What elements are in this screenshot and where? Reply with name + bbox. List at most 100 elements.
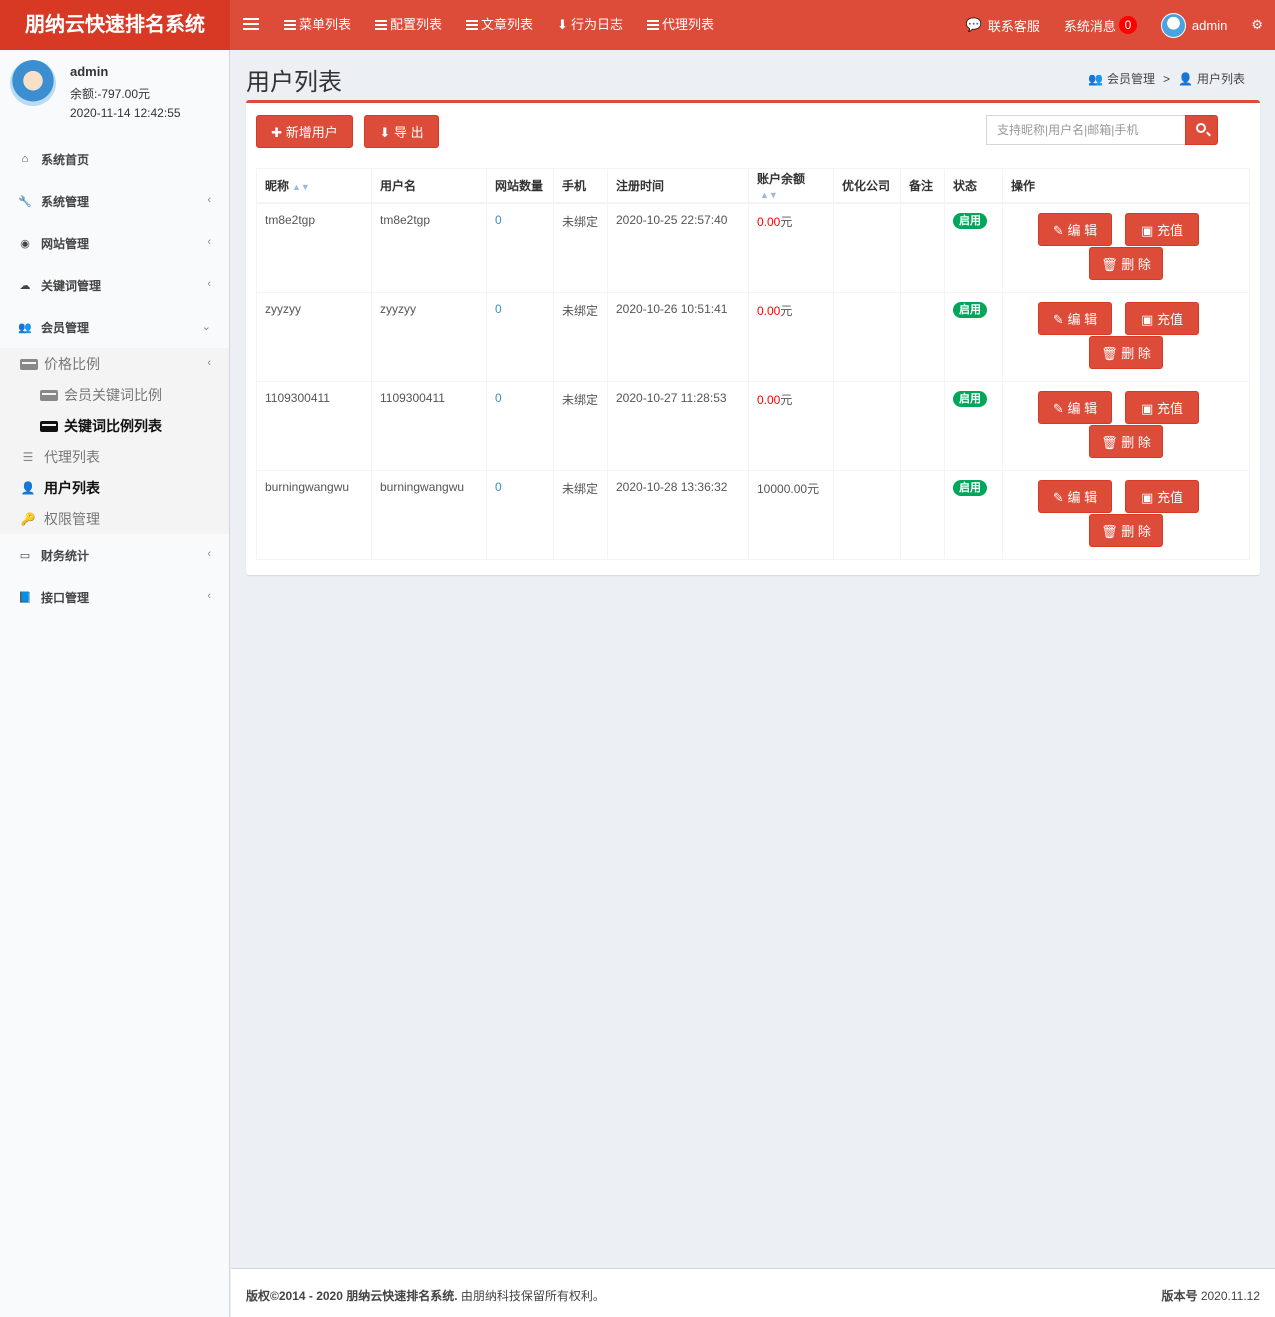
topnav-config-list[interactable]: 配置列表 [363,0,454,50]
trash-icon: 🗑 [1101,256,1118,272]
balance-amount: 0.00 [757,392,781,407]
status-badge[interactable]: 启用 [953,212,987,229]
user-menu[interactable]: admin [1149,12,1239,38]
status-badge[interactable]: 启用 [953,301,987,318]
topnav-menu-list[interactable]: 菜单列表 [272,0,363,50]
col-status: 状态 [944,168,1003,204]
edit-icon: ✎ [1052,222,1064,238]
table-row: burningwangwu burningwangwu 0 未绑定 2020-10-28… [256,469,1250,560]
list-icon [466,20,479,30]
topnav-article-list[interactable]: 文章列表 [454,0,545,50]
sidebar-item-home[interactable]: ⌂ 系统首页 [0,138,229,180]
recharge-button[interactable]: ▣ 充值 [1125,479,1199,513]
sites-count-link[interactable]: 0 [495,480,502,494]
cell-remark [900,202,945,293]
sites-count-link[interactable]: 0 [495,302,502,316]
recharge-button[interactable]: ▣ 充值 [1125,212,1199,246]
sidebar-toggle-icon[interactable] [243,15,259,35]
sort-icon[interactable]: ▲▼ [760,190,778,200]
money-icon: ▣ [1141,311,1154,327]
balance-amount: 10000.00 [757,481,808,496]
recharge-button[interactable]: ▣ 充值 [1125,301,1199,335]
recharge-button[interactable]: ▣ 充值 [1125,390,1199,424]
col-sites: 网站数量 [486,168,554,204]
contact-support-link[interactable]: 💬 联系客服 [954,16,1052,35]
plus-icon: ✚ [271,125,283,140]
sites-count-link[interactable]: 0 [495,391,502,405]
chevron-left-icon: ‹ [207,357,211,369]
cell-company [833,291,901,382]
chevron-left-icon: ‹ [207,548,211,560]
book-icon: 📘 [18,591,32,604]
app-logo[interactable]: 朋纳云快速排名系统 [0,0,230,50]
key-icon: 🔑 [20,511,36,526]
breadcrumb-current: 用户列表 [1196,72,1245,86]
sidebar-item-website[interactable]: ◉ 网站管理 ‹ [0,222,229,264]
cell-sites: 0 [486,469,554,560]
avatar [1160,12,1186,38]
sidebar-item-keywords[interactable]: ☁ 关键词管理 ‹ [0,264,229,306]
edit-button[interactable]: ✎ 编 辑 [1038,479,1112,513]
cell-remark [900,291,945,382]
breadcrumb-parent[interactable]: 会员管理 [1107,70,1155,87]
edit-icon: ✎ [1052,311,1064,327]
trash-icon: 🗑 [1101,523,1118,539]
sites-count-link[interactable]: 0 [495,213,502,227]
version: 版本号 2020.11.12 [1161,1289,1260,1303]
sidebar-item-api[interactable]: 📘 接口管理 ‹ [0,576,229,618]
trash-icon: 🗑 [1101,345,1118,361]
sidebar-item-keyword-ratio-list[interactable]: 关键词比例列表 [0,410,229,441]
cell-nickname: burningwangwu [256,469,372,560]
edit-button[interactable]: ✎ 编 辑 [1038,390,1112,424]
col-balance[interactable]: 账户余额▲▼ [748,168,834,204]
sidebar-item-price-ratio[interactable]: 价格比例 ‹ [0,348,229,379]
cell-actions: ✎ 编 辑 ▣ 充值 🗑 删 除 [1002,469,1250,560]
card-icon [40,388,58,402]
edit-button[interactable]: ✎ 编 辑 [1038,301,1112,335]
search-button[interactable] [1185,115,1218,145]
delete-button[interactable]: 🗑 删 除 [1089,513,1163,547]
topnav-behavior-log[interactable]: ⬇ 行为日志 [545,0,635,50]
topnav-agent-list[interactable]: 代理列表 [635,0,726,50]
cell-nickname: tm8e2tgp [256,202,372,293]
status-badge[interactable]: 启用 [953,390,987,407]
delete-button[interactable]: 🗑 删 除 [1089,424,1163,458]
edit-button[interactable]: ✎ 编 辑 [1038,212,1112,246]
sidebar-item-user-list[interactable]: 👤 用户列表 [0,472,229,503]
cell-username: zyyzyy [371,291,487,382]
cell-phone: 未绑定 [553,291,608,382]
cell-username: burningwangwu [371,469,487,560]
chevron-down-icon: ⌄ [201,321,211,333]
sidebar-item-member-keyword-ratio[interactable]: 会员关键词比例 [0,379,229,410]
cell-nickname: 1109300411 [256,380,372,471]
cell-sites: 0 [486,380,554,471]
search-input[interactable]: 支持昵称|用户名|邮箱|手机 [986,115,1186,145]
sidebar-item-system[interactable]: 🔧 系统管理 ‹ [0,180,229,222]
sidebar-item-agent-list[interactable]: ☰ 代理列表 [0,441,229,472]
cell-remark [900,469,945,560]
footer: 版权©2014 - 2020 朋纳云快速排名系统. 由朋纳科技保留所有权利。 版… [231,1268,1275,1317]
export-button[interactable]: ⬇ 导 出 [364,115,439,148]
delete-button[interactable]: 🗑 删 除 [1089,335,1163,369]
add-user-button[interactable]: ✚ 新增用户 [256,115,353,148]
settings-gears-icon[interactable]: ⚙ [1239,17,1275,33]
sidebar-item-finance[interactable]: ▭ 财务统计 ‹ [0,534,229,576]
sidebar-item-members[interactable]: 👥 会员管理 ⌄ [0,306,229,348]
delete-button[interactable]: 🗑 删 除 [1089,246,1163,280]
trash-icon: 🗑 [1101,434,1118,450]
status-badge[interactable]: 启用 [953,479,987,496]
sidebar-item-permission[interactable]: 🔑 权限管理 [0,503,229,534]
cloud-icon: ☁ [19,279,31,292]
cell-status: 启用 [944,469,1003,560]
list-icon [284,20,296,30]
message-count-badge: 0 [1118,16,1137,34]
table-header-row: 昵称 ▲▼ 用户名 网站数量 手机 注册时间 账户余额▲▼ 优化公司 备注 状态 … [256,168,1250,204]
system-messages-link[interactable]: 系统消息 0 [1052,16,1149,35]
users-icon: 👥 [18,321,32,334]
sort-icon[interactable]: ▲▼ [292,182,310,192]
col-nickname[interactable]: 昵称 ▲▼ [256,168,372,204]
list-icon [375,20,388,30]
download-icon: ⬇ [379,125,391,140]
cell-registered: 2020-10-28 13:36:32 [607,469,749,560]
user-panel: admin 余额:-797.00元 2020-11-14 12:42:55 [10,60,220,130]
